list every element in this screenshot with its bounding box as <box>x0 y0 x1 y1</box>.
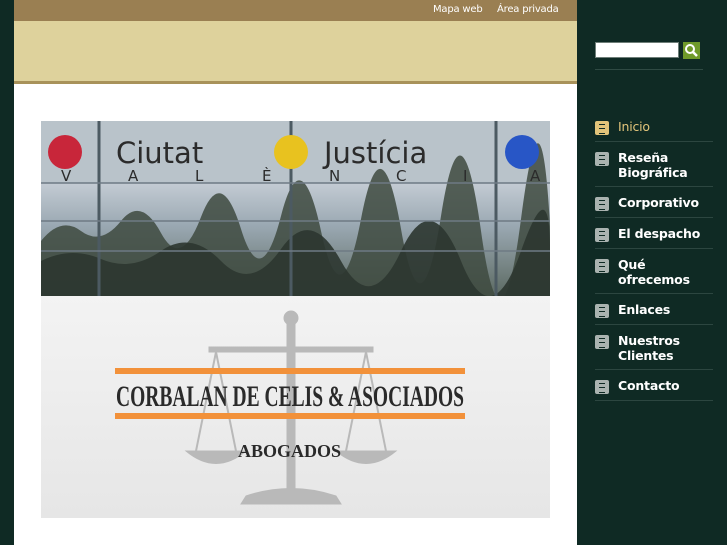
sign-word-justicia: Justícia <box>322 136 427 170</box>
page-icon <box>595 259 609 273</box>
page-icon <box>595 121 609 135</box>
red-dot <box>48 135 82 169</box>
page-background-left <box>0 0 14 545</box>
sign-letter: A <box>128 167 139 185</box>
menu-item-contacto[interactable]: Contacto <box>595 378 713 401</box>
menu-item-label: Contacto <box>618 378 680 393</box>
top-bar: Mapa web Área privada <box>14 0 577 21</box>
page-icon <box>595 152 609 166</box>
menu-item-label: Corporativo <box>618 195 699 210</box>
divider <box>595 69 703 70</box>
menu-item-label: Enlaces <box>618 302 671 317</box>
sign-letter: A <box>530 167 541 185</box>
sign-letter: V <box>61 167 72 185</box>
menu-item-label: Inicio <box>618 119 650 134</box>
sidebar: Inicio Reseña Biográfica Corporativo El … <box>577 0 727 545</box>
firm-subtitle: ABOGADOS <box>238 441 341 461</box>
blue-dot <box>505 135 539 169</box>
page-icon <box>595 228 609 242</box>
search-icon <box>685 44 698 57</box>
search-button[interactable] <box>683 42 700 59</box>
banner-image: Ciutat Justícia V A L È N C I A CORBALAN DE CEL… <box>41 121 550 518</box>
menu-item-resena-biografica[interactable]: Reseña Biográfica <box>595 150 713 187</box>
sign-letter: È <box>262 166 271 185</box>
main-menu: Inicio Reseña Biográfica Corporativo El … <box>595 119 713 409</box>
menu-item-corporativo[interactable]: Corporativo <box>595 195 713 218</box>
page-icon <box>595 304 609 318</box>
sign-letter: L <box>195 167 204 185</box>
main-content: Mapa web Área privada Ciutat Justícia V … <box>14 0 577 545</box>
firm-name: CORBALAN DE CELIS & ASOCIADOS <box>116 380 464 413</box>
menu-item-label: Reseña Biográfica <box>618 150 688 180</box>
menu-item-label: El despacho <box>618 226 701 241</box>
header-band <box>14 21 577 84</box>
menu-item-nuestros-clientes[interactable]: Nuestros Clientes <box>595 333 713 370</box>
page-icon <box>595 335 609 349</box>
menu-item-que-ofrecemos[interactable]: Qué ofrecemos <box>595 257 713 294</box>
sign-letter: I <box>463 167 467 185</box>
menu-item-inicio[interactable]: Inicio <box>595 119 713 142</box>
menu-item-label: Nuestros Clientes <box>618 333 680 363</box>
search-input[interactable] <box>595 42 679 58</box>
page-icon <box>595 197 609 211</box>
menu-item-enlaces[interactable]: Enlaces <box>595 302 713 325</box>
yellow-dot <box>274 135 308 169</box>
sign-letter: N <box>329 167 340 185</box>
sitemap-link[interactable]: Mapa web <box>433 4 483 15</box>
menu-item-label: Qué ofrecemos <box>618 257 690 287</box>
menu-item-el-despacho[interactable]: El despacho <box>595 226 713 249</box>
sign-word-ciutat: Ciutat <box>116 136 203 170</box>
search-box <box>595 42 701 60</box>
sign-letter: C <box>396 167 406 185</box>
page-icon <box>595 380 609 394</box>
private-area-link[interactable]: Área privada <box>497 4 559 15</box>
